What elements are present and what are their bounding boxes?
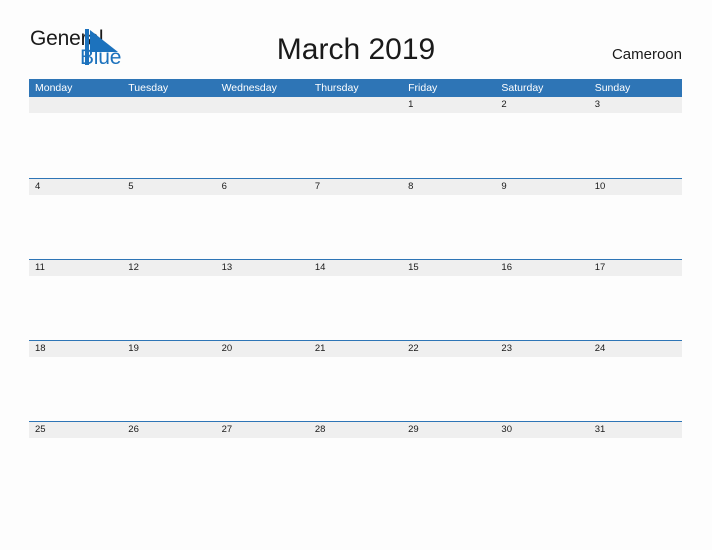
day-cell[interactable]: 6: [216, 179, 309, 195]
weekday-header-saturday: Saturday: [501, 82, 544, 94]
calendar-grid: Monday Tuesday Wednesday Thursday Friday…: [29, 79, 682, 502]
day-cell[interactable]: 29: [402, 422, 495, 438]
day-cell[interactable]: 19: [122, 341, 215, 357]
day-cell[interactable]: 18: [29, 341, 122, 357]
day-cell[interactable]: 31: [589, 422, 682, 438]
day-cell[interactable]: 8: [402, 179, 495, 195]
day-cell[interactable]: 1: [402, 97, 495, 113]
weekday-header-row: Monday Tuesday Wednesday Thursday Friday…: [29, 79, 682, 97]
day-cell[interactable]: 25: [29, 422, 122, 438]
week-body-area: [29, 438, 682, 502]
week-body-area: [29, 276, 682, 340]
day-cell[interactable]: 5: [122, 179, 215, 195]
weekday-header-thursday: Thursday: [314, 82, 359, 94]
day-cell[interactable]: 20: [216, 341, 309, 357]
day-cell[interactable]: 30: [495, 422, 588, 438]
day-cell[interactable]: 7: [309, 179, 402, 195]
week-body-area: [29, 195, 682, 259]
day-cell[interactable]: 2: [495, 97, 588, 113]
weekday-header-monday: Monday: [35, 82, 73, 94]
week-date-band: 1 2 3: [29, 97, 682, 113]
calendar-week-row: 25 26 27 28 29 30 31: [29, 421, 682, 502]
day-cell[interactable]: 11: [29, 260, 122, 276]
day-cell[interactable]: 22: [402, 341, 495, 357]
day-cell[interactable]: 13: [216, 260, 309, 276]
day-cell[interactable]: [216, 97, 309, 113]
day-cell[interactable]: 26: [122, 422, 215, 438]
week-date-band: 18 19 20 21 22 23 24: [29, 340, 682, 357]
day-cell[interactable]: 4: [29, 179, 122, 195]
page-header: General Blue March 2019 Cameroon: [0, 0, 712, 79]
calendar-page: General Blue March 2019 Cameroon Monday …: [0, 0, 712, 550]
day-cell[interactable]: 16: [495, 260, 588, 276]
week-body-area: [29, 357, 682, 421]
day-cell[interactable]: 23: [495, 341, 588, 357]
day-cell[interactable]: 15: [402, 260, 495, 276]
calendar-week-row: 4 5 6 7 8 9 10: [29, 178, 682, 259]
week-date-band: 25 26 27 28 29 30 31: [29, 421, 682, 438]
week-date-band: 11 12 13 14 15 16 17: [29, 259, 682, 276]
day-cell[interactable]: 3: [589, 97, 682, 113]
weekday-header-sunday: Sunday: [594, 82, 631, 94]
day-cell[interactable]: [309, 97, 402, 113]
day-cell[interactable]: 14: [309, 260, 402, 276]
weekday-header-friday: Friday: [408, 82, 438, 94]
week-date-band: 4 5 6 7 8 9 10: [29, 178, 682, 195]
day-cell[interactable]: 21: [309, 341, 402, 357]
calendar-week-row: 18 19 20 21 22 23 24: [29, 340, 682, 421]
day-cell[interactable]: 17: [589, 260, 682, 276]
day-cell[interactable]: 28: [309, 422, 402, 438]
calendar-week-row: 11 12 13 14 15 16 17: [29, 259, 682, 340]
day-cell[interactable]: 9: [495, 179, 588, 195]
day-cell[interactable]: 10: [589, 179, 682, 195]
day-cell[interactable]: [122, 97, 215, 113]
day-cell[interactable]: 24: [589, 341, 682, 357]
day-cell[interactable]: [29, 97, 122, 113]
country-label: Cameroon: [611, 46, 682, 63]
page-title: March 2019: [276, 33, 436, 66]
day-cell[interactable]: 12: [122, 260, 215, 276]
week-body-area: [29, 113, 682, 177]
calendar-week-row: 1 2 3: [29, 97, 682, 178]
day-cell[interactable]: 27: [216, 422, 309, 438]
weekday-header-tuesday: Tuesday: [128, 82, 169, 94]
weekday-header-wednesday: Wednesday: [221, 82, 277, 94]
